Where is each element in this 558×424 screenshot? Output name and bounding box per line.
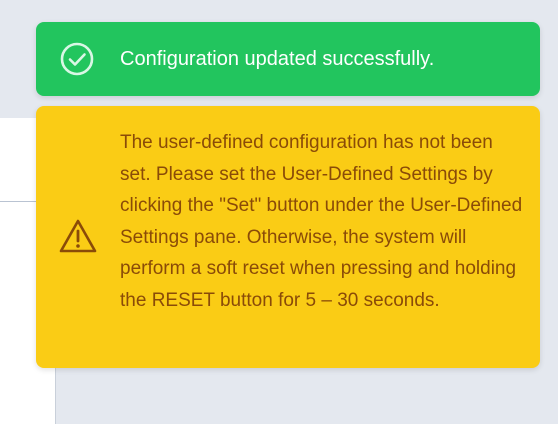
success-message: Configuration updated successfully. [120, 48, 435, 70]
warning-toast[interactable]: The user-defined configuration has not b… [36, 106, 540, 368]
warning-triangle-icon [58, 218, 98, 254]
warning-message: The user-defined configuration has not b… [120, 132, 523, 311]
success-toast[interactable]: Configuration updated successfully. [36, 22, 540, 96]
check-circle-icon [60, 42, 94, 76]
